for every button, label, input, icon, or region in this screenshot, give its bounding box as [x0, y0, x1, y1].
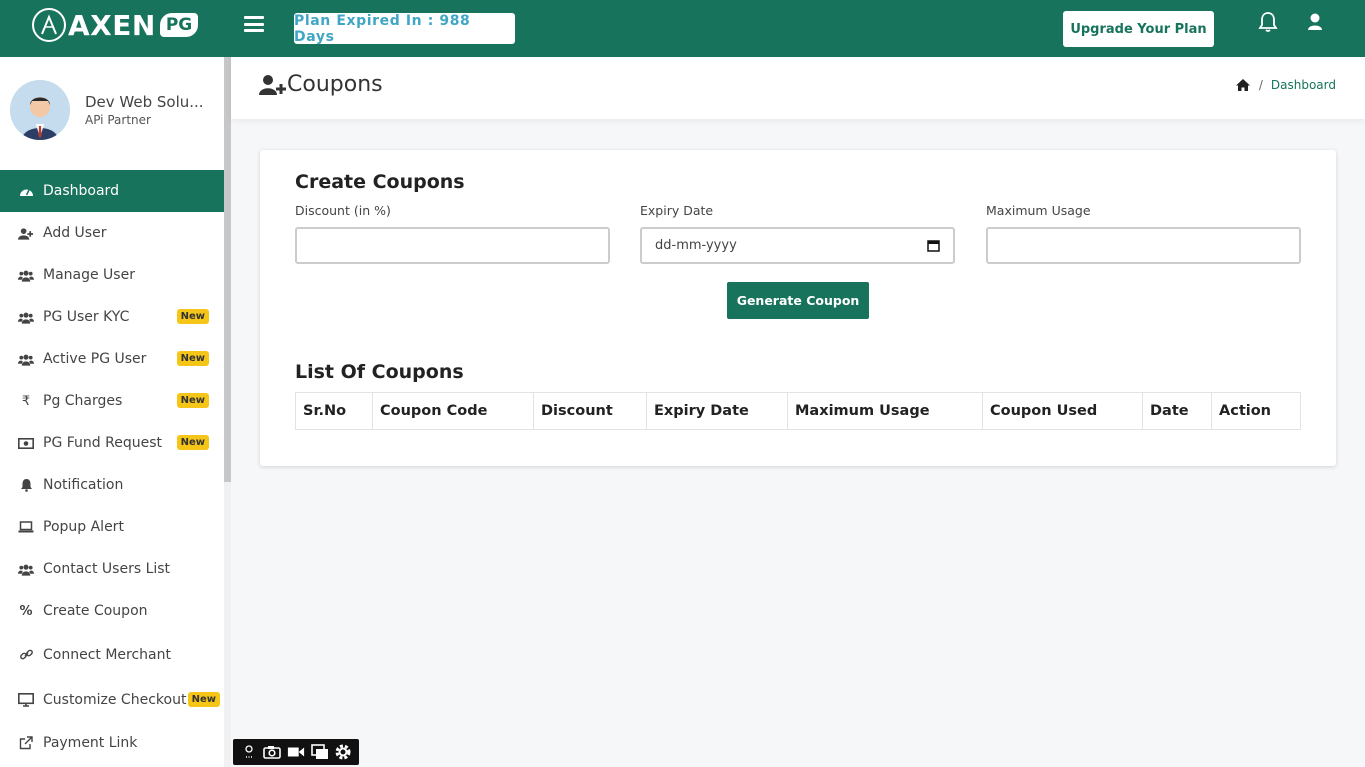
video-icon[interactable]: [287, 745, 305, 759]
link-icon: [18, 647, 34, 663]
profile-name: Dev Web Solu...: [85, 93, 204, 111]
rupee-icon: ₹: [21, 393, 31, 409]
sidebar-item-contact-users-list[interactable]: Contact Users List: [0, 548, 224, 590]
sidebar-item-notification[interactable]: Notification: [0, 464, 224, 506]
column-header[interactable]: Coupon Code: [373, 393, 534, 429]
sidebar-item-label: PG User KYC: [43, 309, 130, 325]
user-plus-icon: [259, 74, 287, 96]
profile-card[interactable]: Dev Web Solu... APi Partner: [10, 80, 204, 140]
sidebar-item-label: Create Coupon: [43, 603, 148, 619]
list-of-coupons-heading: List Of Coupons: [295, 361, 464, 383]
pin-icon[interactable]: [240, 745, 258, 759]
sidebar-item-label: Pg Charges: [43, 393, 123, 409]
page-header: Coupons / Dashboard: [231, 57, 1365, 119]
column-header[interactable]: Expiry Date: [647, 393, 788, 429]
new-badge: New: [176, 435, 209, 450]
sidebar: Dev Web Solu... APi Partner Dashboard Ad…: [0, 57, 224, 767]
floating-toolbar: [233, 739, 359, 765]
dashboard-icon: [18, 183, 34, 199]
coupons-table-header: Sr.No Coupon Code Discount Expiry Date M…: [295, 392, 1301, 430]
bell-icon: [18, 477, 34, 493]
column-header[interactable]: Coupon Used: [983, 393, 1143, 429]
new-badge: New: [176, 393, 209, 408]
sidebar-item-customize-checkout[interactable]: Customize Checkout New: [0, 677, 224, 722]
column-header[interactable]: Date: [1143, 393, 1212, 429]
sidebar-item-label: Dashboard: [43, 183, 119, 199]
users-icon: [18, 267, 34, 283]
menu-toggle-icon[interactable]: [244, 16, 264, 32]
user-plus-icon: [18, 225, 34, 241]
sidebar-scrollbar[interactable]: [224, 57, 231, 482]
sidebar-menu: Dashboard Add User Manage User PG User K…: [0, 170, 224, 764]
sidebar-item-dashboard[interactable]: Dashboard: [0, 170, 224, 212]
gear-icon[interactable]: [334, 744, 352, 760]
profile-role: APi Partner: [85, 113, 151, 127]
page-title-text: Coupons: [287, 72, 383, 97]
breadcrumb-separator: /: [1258, 78, 1263, 92]
create-coupons-heading: Create Coupons: [295, 171, 465, 193]
column-header[interactable]: Maximum Usage: [788, 393, 983, 429]
users-icon: [18, 351, 34, 367]
discount-label: Discount (in %): [295, 203, 391, 218]
home-icon[interactable]: [1235, 78, 1251, 92]
brand-suffix: PG: [159, 13, 199, 37]
sidebar-item-add-user[interactable]: Add User: [0, 212, 224, 254]
bell-icon[interactable]: [1258, 11, 1278, 33]
users-icon: [18, 561, 34, 577]
column-header[interactable]: Sr.No: [296, 393, 373, 429]
copy-icon[interactable]: [310, 744, 329, 759]
page-title: Coupons: [259, 72, 383, 97]
external-link-icon: [18, 735, 34, 751]
user-icon[interactable]: [1305, 11, 1325, 33]
breadcrumb-dashboard-link[interactable]: Dashboard: [1271, 78, 1336, 92]
top-navbar: AXEN PG Plan Expired In : 988 Days Upgra…: [0, 0, 1365, 57]
expiry-date-placeholder: dd-mm-yyyy: [655, 238, 737, 253]
camera-icon[interactable]: [263, 745, 282, 759]
sidebar-item-label: Contact Users List: [43, 561, 171, 577]
sidebar-item-payment-link[interactable]: Payment Link: [0, 722, 224, 764]
sidebar-item-pg-fund-request[interactable]: PG Fund Request New: [0, 422, 224, 464]
expiry-date-input[interactable]: dd-mm-yyyy: [640, 227, 955, 264]
sidebar-item-label: PG Fund Request: [43, 435, 162, 451]
breadcrumb: / Dashboard: [1235, 78, 1336, 92]
laptop-icon: [18, 519, 34, 535]
new-badge: New: [176, 309, 209, 324]
sidebar-item-label: Notification: [43, 477, 124, 493]
upgrade-plan-button[interactable]: Upgrade Your Plan: [1063, 11, 1214, 47]
sidebar-item-label: Popup Alert: [43, 519, 124, 535]
plan-expiry-badge: Plan Expired In : 988 Days: [294, 13, 515, 45]
money-icon: [18, 435, 34, 451]
sidebar-item-pg-charges[interactable]: ₹ Pg Charges New: [0, 380, 224, 422]
logo-mark-icon: [32, 8, 66, 42]
users-icon: [18, 309, 34, 325]
sidebar-item-manage-user[interactable]: Manage User: [0, 254, 224, 296]
sidebar-item-connect-merchant[interactable]: Connect Merchant: [0, 632, 224, 677]
sidebar-item-popup-alert[interactable]: Popup Alert: [0, 506, 224, 548]
column-header[interactable]: Action: [1212, 393, 1300, 429]
monitor-icon: [18, 692, 34, 708]
new-badge: New: [176, 351, 209, 366]
coupons-card: Create Coupons Discount (in %) Expiry Da…: [260, 150, 1336, 466]
column-header[interactable]: Discount: [534, 393, 647, 429]
generate-coupon-button[interactable]: Generate Coupon: [727, 282, 869, 319]
sidebar-item-active-pg-user[interactable]: Active PG User New: [0, 338, 224, 380]
sidebar-item-label: Customize Checkout: [43, 691, 187, 708]
sidebar-item-label: Manage User: [43, 267, 135, 283]
maximum-usage-input[interactable]: [986, 227, 1301, 264]
sidebar-item-label: Connect Merchant: [43, 646, 171, 663]
brand-name: AXEN: [68, 8, 156, 42]
brand-logo[interactable]: AXEN PG: [32, 6, 199, 44]
discount-input[interactable]: [295, 227, 610, 264]
sidebar-item-label: Payment Link: [43, 735, 138, 751]
percent-icon: %: [19, 603, 33, 619]
sidebar-item-label: Add User: [43, 225, 107, 241]
calendar-icon[interactable]: [927, 239, 940, 252]
avatar: [10, 80, 70, 140]
sidebar-item-create-coupon[interactable]: % Create Coupon: [0, 590, 224, 632]
sidebar-item-pg-user-kyc[interactable]: PG User KYC New: [0, 296, 224, 338]
maximum-usage-label: Maximum Usage: [986, 203, 1091, 218]
expiry-date-label: Expiry Date: [640, 203, 714, 218]
sidebar-item-label: Active PG User: [43, 351, 147, 367]
new-badge: New: [187, 692, 220, 707]
